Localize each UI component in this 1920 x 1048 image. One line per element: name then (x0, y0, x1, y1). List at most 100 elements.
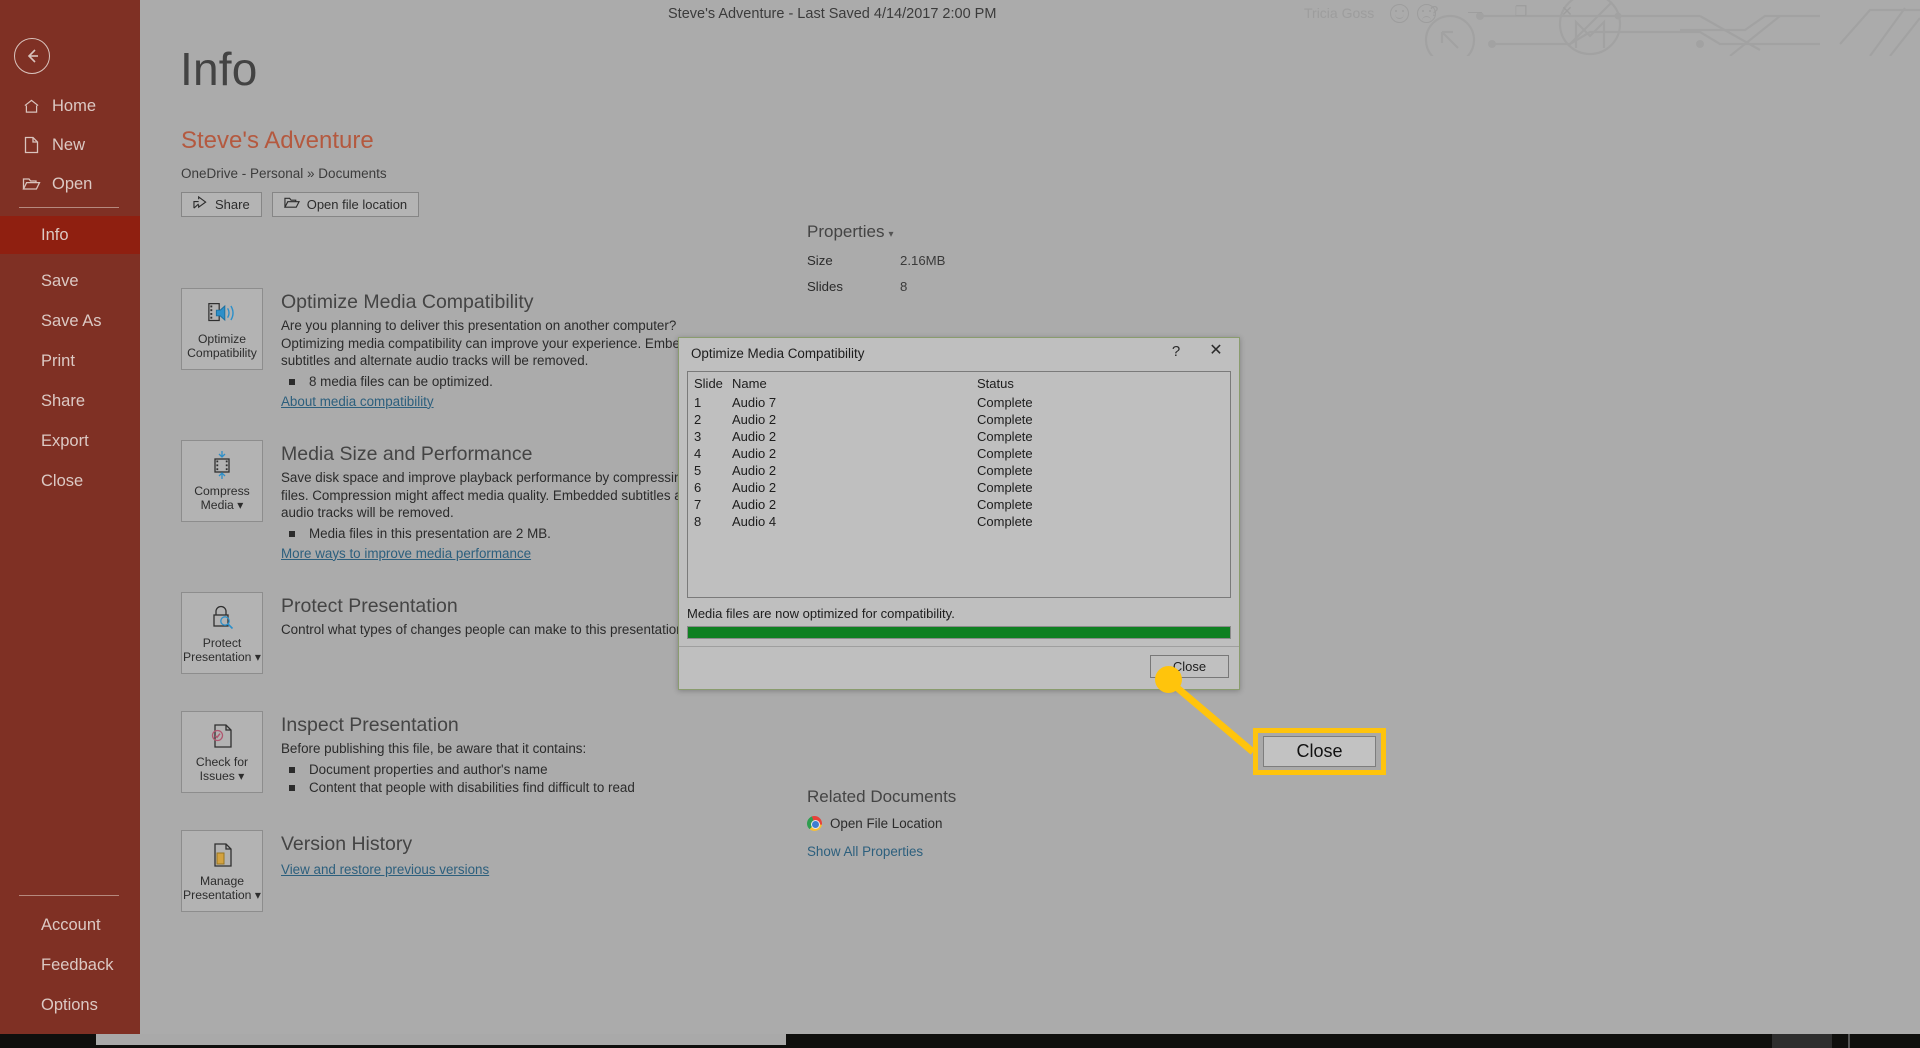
table-row[interactable]: 6 Audio 2 Complete (688, 479, 1230, 496)
section-body: Control what types of changes people can… (281, 622, 688, 637)
property-row: Slides 8 (807, 279, 1227, 294)
cell-status: Complete (977, 480, 1033, 495)
sidebar-label-info: Info (41, 225, 69, 244)
sidebar-label-export: Export (41, 431, 89, 450)
protect-presentation-icon (208, 600, 236, 634)
bullet-item: Media files in this presentation are 2 M… (281, 525, 733, 543)
bullet-item: Document properties and author's name (281, 761, 635, 779)
sidebar-label-options: Options (41, 995, 98, 1014)
sidebar-label-save: Save (41, 271, 79, 290)
dialog-status-text: Media files are now optimized for compat… (687, 606, 955, 621)
about-media-compatibility-link[interactable]: About media compatibility (281, 394, 434, 409)
powerpoint-backstage-window: Steve's Adventure - Last Saved 4/14/2017… (0, 0, 1920, 1048)
sidebar-item-save-as[interactable]: Save As (0, 302, 140, 340)
dialog-help-icon[interactable]: ? (1166, 343, 1186, 360)
account-name[interactable]: Tricia Goss (1304, 5, 1374, 21)
section-body: Save disk space and improve playback per… (281, 470, 719, 521)
table-row[interactable]: 8 Audio 4 Complete (688, 513, 1230, 530)
progress-bar (687, 626, 1231, 639)
table-row[interactable]: 7 Audio 2 Complete (688, 496, 1230, 513)
callout-origin-dot (1155, 666, 1182, 693)
section-inspect-presentation: Check for Issues ▾ Inspect Presentation … (181, 711, 635, 797)
sidebar-item-home[interactable]: Home (0, 87, 140, 125)
callout-close-button-highlight[interactable]: Close (1253, 728, 1386, 775)
section-heading: Inspect Presentation (281, 714, 459, 736)
smiley-face-icon[interactable] (1390, 4, 1409, 23)
sidebar-label-close: Close (41, 471, 84, 490)
sidebar-label-account: Account (41, 915, 101, 934)
sidebar-item-feedback[interactable]: Feedback (0, 946, 140, 984)
optimize-compatibility-button[interactable]: Optimize Compatibility (181, 288, 263, 370)
share-button[interactable]: Share (181, 192, 262, 217)
cell-status: Complete (977, 463, 1033, 478)
cell-name: Audio 4 (732, 514, 777, 529)
cell-slide: 1 (694, 395, 702, 410)
section-body: Are you planning to deliver this present… (281, 318, 710, 369)
close-window-button[interactable]: ✕ (1554, 3, 1580, 20)
cell-slide: 2 (694, 412, 702, 427)
table-row[interactable]: 5 Audio 2 Complete (688, 462, 1230, 479)
column-header-slide: Slide (694, 376, 723, 391)
table-row[interactable]: 2 Audio 2 Complete (688, 411, 1230, 428)
restore-button[interactable]: ❐ (1508, 3, 1534, 20)
section-bullets: Document properties and author's name Co… (281, 761, 635, 797)
taskbar-segment (1772, 1034, 1832, 1048)
cell-slide: 8 (694, 514, 702, 529)
chrome-icon (807, 816, 822, 831)
show-all-properties-link[interactable]: Show All Properties (807, 844, 923, 859)
sidebar-item-export[interactable]: Export (0, 422, 140, 460)
sidebar-item-account[interactable]: Account (0, 906, 140, 944)
compress-media-button[interactable]: Compress Media ▾ (181, 440, 263, 522)
open-file-location-button[interactable]: Open file location (271, 192, 420, 217)
home-icon (12, 98, 50, 115)
cell-status: Complete (977, 514, 1033, 529)
check-for-issues-button[interactable]: Check for Issues ▾ (181, 711, 263, 793)
property-value: 8 (900, 279, 908, 294)
file-name: Steve's Adventure (181, 127, 374, 154)
compress-media-icon (209, 448, 235, 482)
section-bullets: Media files in this presentation are 2 M… (281, 525, 733, 543)
media-files-list[interactable]: Slide Name Status 1 Audio 7 Complete 2 A… (687, 371, 1231, 598)
help-icon[interactable]: ? (1430, 3, 1438, 20)
sidebar-item-save[interactable]: Save (0, 262, 140, 300)
sidebar-item-new[interactable]: New (0, 126, 140, 164)
sidebar-item-options[interactable]: Options (0, 986, 140, 1024)
sidebar-item-close[interactable]: Close (0, 462, 140, 500)
column-header-name: Name (732, 376, 767, 391)
sidebar-item-info[interactable]: Info (0, 216, 140, 254)
properties-heading[interactable]: Properties ▾ (807, 222, 1227, 242)
dialog-close-icon[interactable]: ✕ (1205, 342, 1227, 360)
cell-name: Audio 2 (732, 463, 777, 478)
cell-slide: 6 (694, 480, 702, 495)
protect-presentation-button[interactable]: Protect Presentation ▾ (181, 592, 263, 674)
sidebar-item-open[interactable]: Open (0, 165, 140, 203)
table-row[interactable]: 1 Audio 7 Complete (688, 394, 1230, 411)
bullet-item: 8 media files can be optimized. (281, 373, 733, 391)
sidebar-item-share[interactable]: Share (0, 382, 140, 420)
document-title: Steve's Adventure - Last Saved 4/14/2017… (668, 6, 997, 22)
minimize-button[interactable]: — (1462, 3, 1488, 19)
manage-presentation-button[interactable]: Manage Presentation ▾ (181, 830, 263, 912)
property-row: Size 2.16MB (807, 253, 1227, 268)
chevron-down-icon: ▾ (888, 229, 894, 240)
sidebar-label-feedback: Feedback (41, 955, 114, 974)
table-row[interactable]: 3 Audio 2 Complete (688, 428, 1230, 445)
backstage-sidebar: Home New Open Info Save Save As Print Sh… (0, 0, 140, 1040)
more-ways-media-performance-link[interactable]: More ways to improve media performance (281, 546, 531, 561)
sidebar-label-share: Share (41, 391, 86, 410)
view-restore-previous-versions-link[interactable]: View and restore previous versions (281, 862, 489, 877)
sidebar-item-print[interactable]: Print (0, 342, 140, 380)
back-arrow-icon[interactable] (14, 38, 50, 74)
media-files-table: Slide Name Status 1 Audio 7 Complete 2 A… (688, 372, 1230, 530)
sidebar-divider-bottom (19, 895, 119, 896)
property-key: Slides (807, 279, 843, 294)
properties-heading-label: Properties (807, 222, 885, 241)
sidebar-label-home: Home (52, 96, 97, 115)
dialog-footer-divider (679, 646, 1239, 647)
cell-slide: 5 (694, 463, 702, 478)
cell-status: Complete (977, 446, 1033, 461)
optimize-compatibility-icon (207, 296, 237, 330)
table-row[interactable]: 4 Audio 2 Complete (688, 445, 1230, 462)
open-file-location-link[interactable]: Open File Location (807, 816, 942, 831)
cell-slide: 4 (694, 446, 702, 461)
